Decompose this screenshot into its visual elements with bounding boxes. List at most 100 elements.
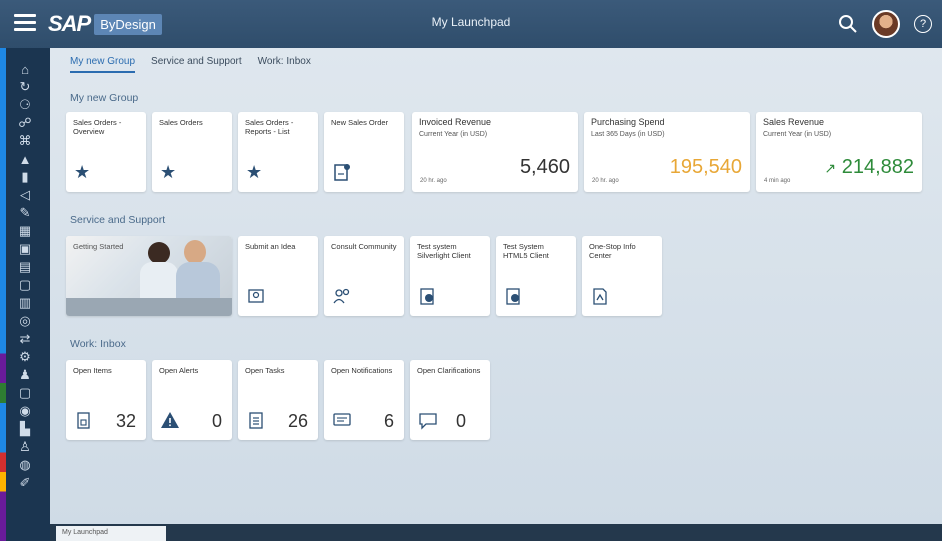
megaphone-icon[interactable]: ◁ — [14, 186, 36, 204]
tile-count: 6 — [383, 411, 394, 431]
trend-up-icon: ↗ — [824, 160, 837, 176]
bottom-bar: My Launchpad — [50, 524, 942, 541]
tile-count: 32 — [115, 411, 136, 431]
person-photo-1-body — [140, 262, 178, 302]
info-center-icon — [593, 288, 607, 305]
document-icon[interactable]: ▢ — [14, 276, 36, 294]
tile-open-alerts[interactable]: Open Alerts 0 — [152, 360, 232, 440]
rail-color-strip — [0, 48, 6, 541]
user-icon[interactable]: ♙ — [14, 438, 36, 456]
tab-work-inbox[interactable]: Work: Inbox — [258, 56, 311, 73]
tab-my-new-group[interactable]: My new Group — [70, 56, 136, 73]
section-title-service: Service and Support — [70, 214, 166, 226]
kpi-subtitle: Current Year (in USD) — [763, 131, 832, 138]
community-icon — [333, 288, 350, 304]
tile-title: One-Stop Info Center — [589, 242, 636, 260]
tile-getting-started[interactable]: Getting Started — [66, 236, 232, 316]
tile-sales-orders-reports-list[interactable]: Sales Orders - Reports - List ★ — [238, 112, 318, 192]
tile-submit-an-idea[interactable]: Submit an Idea — [238, 236, 318, 316]
tile-consult-community[interactable]: Consult Community — [324, 236, 404, 316]
tile-test-system-silverlight[interactable]: Test system Silverlight Client — [410, 236, 490, 316]
globe-icon[interactable]: ◍ — [14, 456, 36, 474]
warning-icon[interactable]: ▲ — [14, 150, 36, 168]
database-icon[interactable]: ◎ — [14, 312, 36, 330]
tile-title: Getting Started — [73, 242, 124, 251]
kpi-value-wrap: ↗ 214,882 — [824, 156, 914, 179]
idea-icon — [248, 289, 264, 303]
tasks-icon — [249, 412, 263, 429]
tile-sales-orders[interactable]: Sales Orders ★ — [152, 112, 232, 192]
crm-icon[interactable]: ✎ — [14, 204, 36, 222]
kpi-value: 195,540 — [669, 156, 742, 178]
shipping-icon[interactable]: ⇄ — [14, 330, 36, 348]
tile-count: 0 — [211, 411, 222, 431]
bar-chart-icon[interactable]: ▮ — [14, 168, 36, 186]
kpi-footer: 20 hr. ago — [420, 178, 447, 184]
launchpad-content: My new Group Service and Support Work: I… — [50, 48, 942, 526]
kpi-sales-revenue[interactable]: Sales Revenue Current Year (in USD) ↗ 21… — [756, 112, 922, 192]
tile-count: 26 — [287, 411, 308, 431]
silverlight-client-icon — [420, 288, 434, 305]
tile-open-items[interactable]: Open Items 32 — [66, 360, 146, 440]
kpi-purchasing-spend[interactable]: Purchasing Spend Last 365 Days (in USD) … — [584, 112, 750, 192]
tile-new-sales-order[interactable]: New Sales Order — [324, 112, 404, 192]
tile-title: Open Items — [73, 366, 112, 375]
tile-title: Consult Community — [331, 242, 397, 251]
clarification-icon — [419, 413, 437, 430]
kpi-title: Sales Revenue — [763, 117, 825, 127]
document-new-icon — [334, 164, 350, 181]
settings-icon[interactable]: ⚙ — [14, 348, 36, 366]
kpi-value: 5,460 — [519, 156, 570, 178]
desk — [66, 298, 232, 316]
kpi-invoiced-revenue[interactable]: Invoiced Revenue Current Year (in USD) 5… — [412, 112, 578, 192]
tile-title: Submit an Idea — [245, 242, 296, 251]
edit-icon[interactable]: ✐ — [14, 474, 36, 492]
analytics-icon[interactable]: ▙ — [14, 420, 36, 438]
help-icon[interactable]: ? — [914, 15, 932, 33]
tile-title: Test system Silverlight Client — [417, 242, 471, 260]
tile-title: Sales Orders — [159, 118, 203, 127]
search-icon[interactable] — [838, 14, 858, 34]
cart-icon[interactable]: ▣ — [14, 240, 36, 258]
items-icon — [77, 412, 90, 429]
html5-client-icon — [506, 288, 520, 305]
tile-title: Open Clarifications — [417, 366, 481, 375]
tile-open-notifications[interactable]: Open Notifications 6 — [324, 360, 404, 440]
hierarchy-icon[interactable]: ⌘ — [14, 132, 36, 150]
kpi-value: 214,882 — [841, 156, 914, 178]
tile-one-stop-info-center[interactable]: One-Stop Info Center — [582, 236, 662, 316]
tile-open-clarifications[interactable]: Open Clarifications 0 — [410, 360, 490, 440]
kpi-title: Invoiced Revenue — [419, 117, 492, 127]
tile-test-system-html5[interactable]: Test System HTML5 Client — [496, 236, 576, 316]
tile-open-tasks[interactable]: Open Tasks 26 — [238, 360, 318, 440]
calendar-icon[interactable]: ▤ — [14, 258, 36, 276]
handshake-icon[interactable]: ⚆ — [14, 96, 36, 114]
clipboard-icon[interactable]: ▥ — [14, 294, 36, 312]
kpi-title: Purchasing Spend — [591, 117, 665, 127]
target-icon[interactable]: ◉ — [14, 402, 36, 420]
tile-title: Sales Orders - Overview — [73, 118, 122, 136]
dashboard-icon[interactable]: ▦ — [14, 222, 36, 240]
report-icon[interactable]: ▢ — [14, 384, 36, 402]
bottom-tab-my-launchpad[interactable]: My Launchpad — [56, 526, 166, 541]
shell-bar: SAP ByDesign My Launchpad ? — [0, 0, 942, 48]
page-title: My Launchpad — [431, 15, 511, 29]
section-title-inbox: Work: Inbox — [70, 338, 126, 350]
section-title-group: My new Group — [70, 92, 139, 104]
tile-title: Open Alerts — [159, 366, 199, 375]
tile-sales-orders-overview[interactable]: Sales Orders - Overview ★ — [66, 112, 146, 192]
tile-title: New Sales Order — [331, 118, 389, 127]
refresh-icon[interactable]: ↻ — [14, 78, 36, 96]
tile-title: Open Notifications — [331, 366, 393, 375]
tab-service-and-support[interactable]: Service and Support — [151, 56, 242, 73]
avatar[interactable] — [872, 10, 900, 38]
user-group-icon[interactable]: ☍ — [14, 114, 36, 132]
anchor-bar: My new Group Service and Support Work: I… — [70, 56, 311, 73]
tile-title: Test System HTML5 Client — [503, 242, 549, 260]
alert-icon — [161, 412, 179, 428]
home-icon[interactable]: ⌂ — [14, 60, 36, 78]
star-icon: ★ — [160, 162, 177, 182]
person-icon[interactable]: ♟ — [14, 366, 36, 384]
kpi-footer: 4 min ago — [764, 178, 791, 184]
kpi-subtitle: Current Year (in USD) — [419, 131, 488, 138]
